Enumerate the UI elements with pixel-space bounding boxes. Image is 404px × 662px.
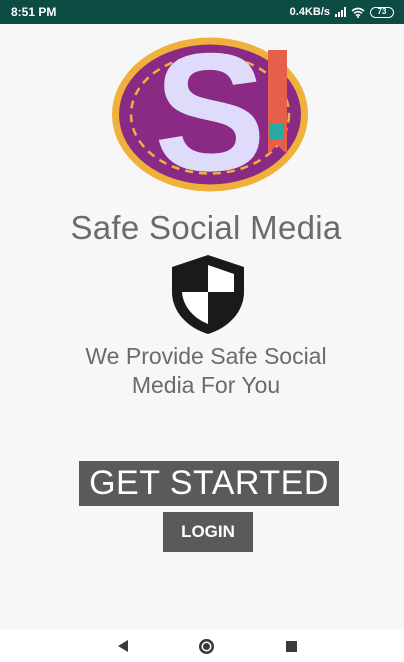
login-button[interactable]: LOGIN [163,512,253,552]
signal-icon [335,7,346,17]
tagline: We Provide Safe Social Media For You [8,342,404,400]
tagline-line-1: We Provide Safe Social [85,343,327,369]
app-logo: S [112,36,308,193]
get-started-button[interactable]: GET STARTED [79,461,339,506]
battery-icon: 73 [370,6,394,18]
logo-letter: S [154,36,266,193]
network-speed: 0.4KB/s [289,6,330,18]
recents-icon[interactable] [286,641,297,652]
back-icon[interactable] [118,640,128,652]
status-indicators: 0.4KB/s 73 [290,6,394,18]
wifi-icon [351,7,365,18]
status-time: 8:51 PM [11,5,57,19]
navigation-bar [0,630,404,662]
shield-icon [172,255,244,334]
tagline-line-2: Media For You [131,372,281,398]
home-icon[interactable] [199,639,214,654]
status-bar: 8:51 PM 0.4KB/s 73 [0,0,404,24]
app-title: Safe Social Media [70,209,342,246]
welcome-screen: S Safe Social Media We Provide Safe Soci… [8,24,404,630]
